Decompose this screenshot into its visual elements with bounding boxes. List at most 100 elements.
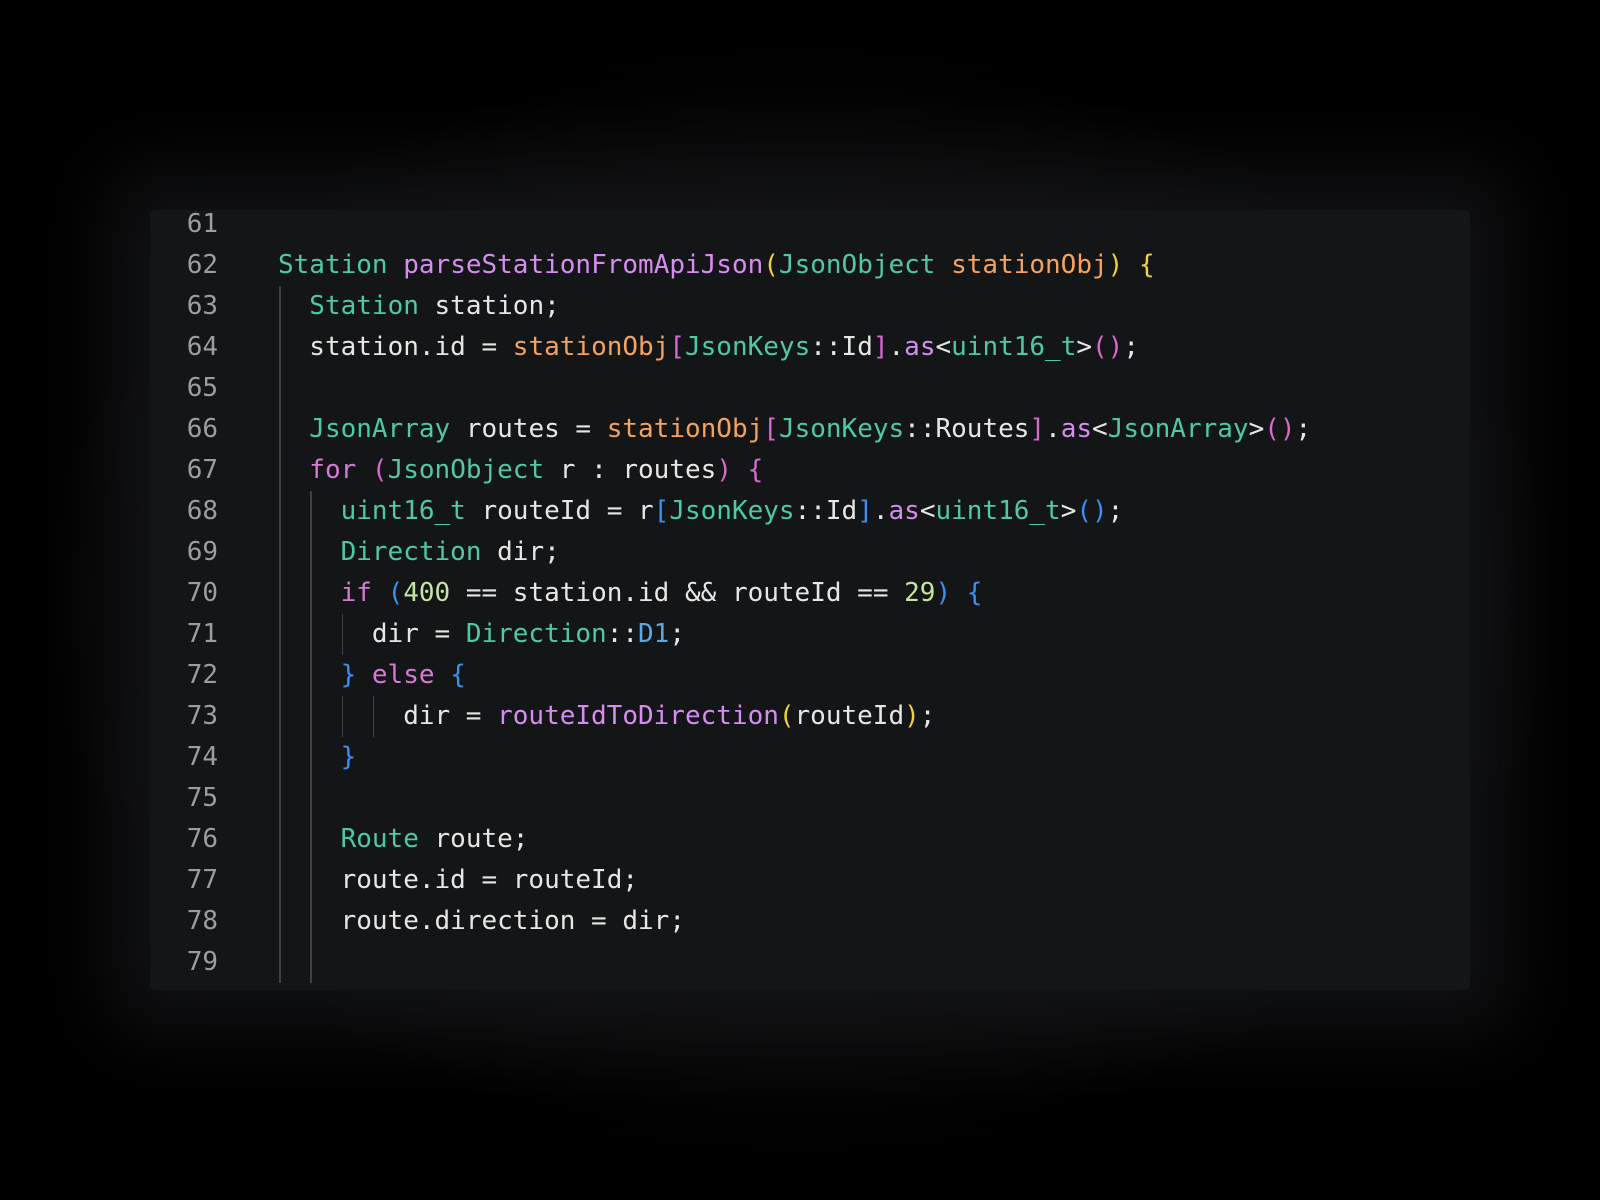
code-token: :: (606, 619, 639, 649)
line-number: 77 (186, 865, 218, 895)
code-line[interactable]: 68 uint16_t routeId = r[JsonKeys::Id].as<… (150, 491, 1470, 532)
indent-guide (279, 409, 281, 450)
code-token: ; (1295, 414, 1312, 444)
indent-guide (341, 696, 344, 737)
line-number: 75 (186, 783, 218, 813)
code-token: ( (763, 250, 779, 280)
code-token: as (888, 496, 920, 526)
code-line[interactable]: 71 dir = Direction::D1; (150, 614, 1470, 655)
indent-guide (279, 573, 281, 614)
code-text: if (400 == station.id && routeId == 29) … (341, 573, 983, 614)
code-text: JsonArray routes = stationObj[JsonKeys::… (309, 409, 1311, 450)
code-text: Route route; (341, 819, 529, 860)
indent-guide (310, 655, 312, 696)
code-token: Route (340, 824, 435, 854)
code-text: Station parseStationFromApiJson(JsonObje… (278, 245, 1155, 286)
indent-guide (310, 532, 312, 573)
code-token: D1 (638, 619, 670, 649)
code-area[interactable]: 61 62 Station parseStationFromApiJson(Json… (150, 204, 1470, 983)
code-token: uint16_t (340, 496, 482, 526)
code-token: JsonKeys (669, 496, 795, 526)
code-line[interactable]: 73 dir = routeIdToDirection(routeId); (150, 696, 1470, 737)
code-text: dir = routeIdToDirection(routeId); (403, 696, 935, 737)
line-number: 61 (186, 209, 218, 239)
indent-guide (279, 286, 281, 327)
code-token: < (935, 332, 952, 362)
line-number: 70 (186, 578, 218, 608)
code-line[interactable]: 61 (150, 204, 1470, 245)
code-token: [ (653, 496, 670, 526)
code-token: stationObj (512, 332, 670, 362)
code-token: JsonObject (778, 250, 952, 280)
code-token: JsonKeys (685, 332, 811, 362)
code-token: ; (1107, 496, 1124, 526)
code-token: stationObj (606, 414, 764, 444)
code-token: as (1060, 414, 1093, 444)
code-token: station.id = (309, 332, 513, 362)
code-token: ::Id (794, 496, 858, 526)
code-token: { (450, 660, 466, 690)
code-line[interactable]: 79 (150, 942, 1470, 983)
code-token: ) (904, 701, 920, 731)
code-text: route.direction = dir; (341, 901, 685, 942)
code-line[interactable]: 62 Station parseStationFromApiJson(JsonOb… (150, 245, 1470, 286)
indent-guide (279, 942, 281, 983)
code-token: JsonKeys (778, 414, 905, 444)
code-text: } (341, 737, 357, 778)
code-line[interactable]: 64 station.id = stationObj[JsonKeys::Id].… (150, 327, 1470, 368)
code-token: if (340, 578, 388, 608)
code-token: ) { (935, 578, 983, 608)
code-text: Station station; (309, 286, 559, 327)
code-line[interactable]: 76 Route route; (150, 819, 1470, 860)
code-text: Direction dir; (341, 532, 560, 573)
code-token: ) { (1107, 250, 1155, 280)
code-token: parseStationFromApiJson (403, 250, 764, 280)
line-number: 73 (186, 701, 218, 731)
code-line[interactable]: 74} (150, 737, 1470, 778)
indent-guide (279, 614, 281, 655)
indent-guide (372, 696, 375, 737)
code-token: routeIdToDirection (497, 701, 779, 731)
indent-guide (310, 860, 312, 901)
code-token: dir = (403, 701, 498, 731)
code-token: Direction (340, 537, 498, 567)
code-line[interactable]: 77 route.id = routeId; (150, 860, 1470, 901)
code-token: ( (778, 701, 795, 731)
code-line[interactable]: 63 Station station; (150, 286, 1470, 327)
code-line[interactable]: 66 JsonArray routes = stationObj[JsonKeys… (150, 409, 1470, 450)
code-text: uint16_t routeId = r[JsonKeys::Id].as<ui… (341, 491, 1124, 532)
code-token: 29 (904, 578, 936, 608)
indent-guide (279, 368, 281, 409)
code-token: stationObj (951, 250, 1108, 280)
code-token: route; (434, 824, 529, 854)
code-token: [ (669, 332, 685, 362)
indent-guide (341, 614, 344, 655)
code-token: Direction (465, 619, 607, 649)
code-line[interactable]: 69 Direction dir; (150, 532, 1470, 573)
code-token: ::Routes (904, 414, 1030, 444)
code-line[interactable]: 72} else { (150, 655, 1470, 696)
indent-guide (310, 573, 312, 614)
code-token: Station (278, 250, 404, 280)
code-line[interactable]: 78 route.direction = dir; (150, 901, 1470, 942)
code-token: r : routes (559, 455, 717, 485)
indent-guide (279, 737, 281, 778)
indent-guide (310, 737, 312, 778)
code-token: } (340, 660, 372, 690)
line-number: 72 (186, 660, 218, 690)
code-token: 400 (403, 578, 451, 608)
line-number: 68 (186, 496, 218, 526)
code-token: routeId (794, 701, 905, 731)
code-line[interactable]: 75 (150, 778, 1470, 819)
code-line[interactable]: 65 (150, 368, 1470, 409)
line-number: 64 (186, 332, 218, 362)
code-line[interactable]: 70 if (400 == station.id && routeId == 29… (150, 573, 1470, 614)
code-line[interactable]: 67 for (JsonObject r : routes) { (150, 450, 1470, 491)
code-token: == station.id && routeId == (450, 578, 905, 608)
code-token: > (1248, 414, 1265, 444)
indent-guide (279, 819, 281, 860)
code-token: for (309, 455, 372, 485)
code-token: JsonObject (387, 455, 560, 485)
code-token: route.id = routeId; (340, 865, 639, 895)
line-number: 67 (186, 455, 218, 485)
